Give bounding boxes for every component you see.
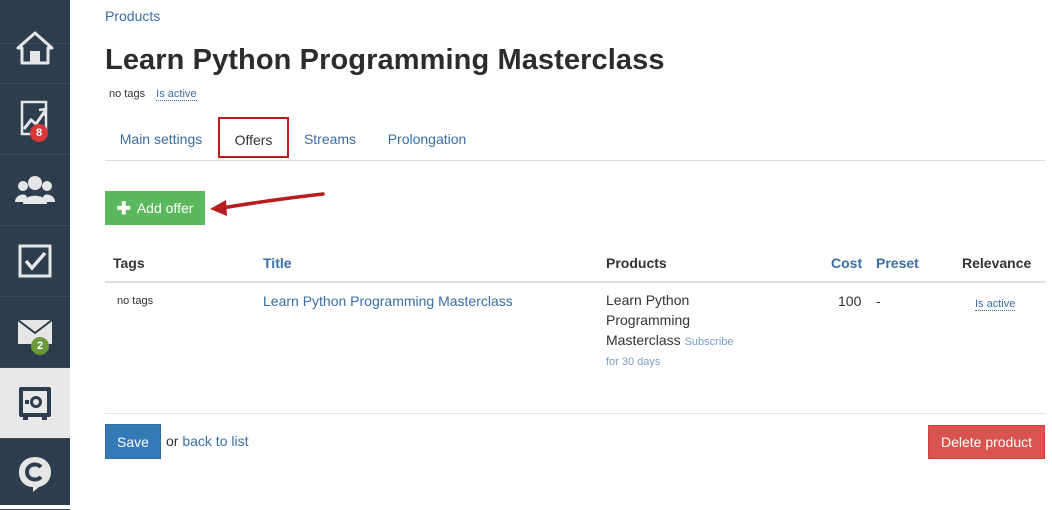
checkbox-icon <box>18 244 52 278</box>
column-header-cost[interactable]: Cost <box>831 255 862 271</box>
row-tags: no tags <box>117 295 154 307</box>
sidebar-item-stats[interactable]: 8 <box>0 84 70 155</box>
plus-icon: ✚ <box>116 198 131 218</box>
back-to-list-link[interactable]: back to list <box>182 433 248 449</box>
column-header-products: Products <box>606 255 667 271</box>
column-header-title[interactable]: Title <box>263 255 292 271</box>
product-name-line: Programming <box>606 312 691 328</box>
product-name-line: Learn Python <box>606 292 690 308</box>
row-relevance-link[interactable]: Is active <box>975 298 1016 311</box>
row-relevance: Is active <box>975 294 1016 311</box>
sidebar-item-messages[interactable]: 2 <box>0 297 70 368</box>
sidebar-item-chat[interactable] <box>0 439 70 510</box>
notification-badge: 8 <box>30 124 48 142</box>
sidebar-item-home[interactable] <box>0 13 70 84</box>
or-back-line: or back to list <box>166 433 248 449</box>
row-preset: - <box>876 293 881 309</box>
or-text: or <box>166 433 179 449</box>
tab-bar: Main settings Offers Streams Prolongatio… <box>105 118 1045 161</box>
product-subscription-period: for 30 days <box>606 356 661 368</box>
product-subscription: Subscribe <box>684 336 734 348</box>
row-cost: 100 <box>838 293 862 309</box>
notification-badge: 2 <box>31 337 49 355</box>
product-status-link[interactable]: Is active <box>156 88 197 101</box>
tab-main-settings[interactable]: Main settings <box>105 118 217 160</box>
save-button[interactable]: Save <box>105 424 161 459</box>
row-title-link[interactable]: Learn Python Programming Masterclass <box>263 293 513 309</box>
add-offer-label: Add offer <box>136 200 194 216</box>
table-header-divider <box>105 281 1045 283</box>
sidebar-item-tasks[interactable] <box>0 226 70 297</box>
add-offer-button[interactable]: ✚ Add offer <box>105 191 205 225</box>
column-header-relevance: Relevance <box>962 255 1032 271</box>
row-products: Learn Python Programming Masterclass Sub… <box>606 290 746 372</box>
tab-streams[interactable]: Streams <box>292 118 368 160</box>
sidebar-item-products[interactable] <box>0 368 70 439</box>
footer-divider <box>105 413 1045 414</box>
sidebar: 8 2 <box>0 0 70 510</box>
users-icon <box>15 174 55 206</box>
sidebar-item-users[interactable] <box>0 155 70 226</box>
product-tags: no tags <box>109 88 146 100</box>
delete-product-button[interactable]: Delete product <box>928 425 1045 459</box>
tab-offers[interactable]: Offers <box>218 118 289 159</box>
home-icon <box>16 31 54 65</box>
tab-prolongation[interactable]: Prolongation <box>375 118 479 160</box>
column-header-preset[interactable]: Preset <box>876 255 919 271</box>
chat-c-icon <box>17 455 53 493</box>
page-title: Learn Python Programming Masterclass <box>105 44 665 76</box>
breadcrumb-products[interactable]: Products <box>105 8 160 24</box>
column-header-tags: Tags <box>113 255 145 271</box>
arrow-annotation-icon <box>210 192 325 216</box>
safe-icon <box>17 385 53 421</box>
product-meta: no tags Is active <box>109 88 197 101</box>
product-name-line: Masterclass <box>606 332 681 348</box>
